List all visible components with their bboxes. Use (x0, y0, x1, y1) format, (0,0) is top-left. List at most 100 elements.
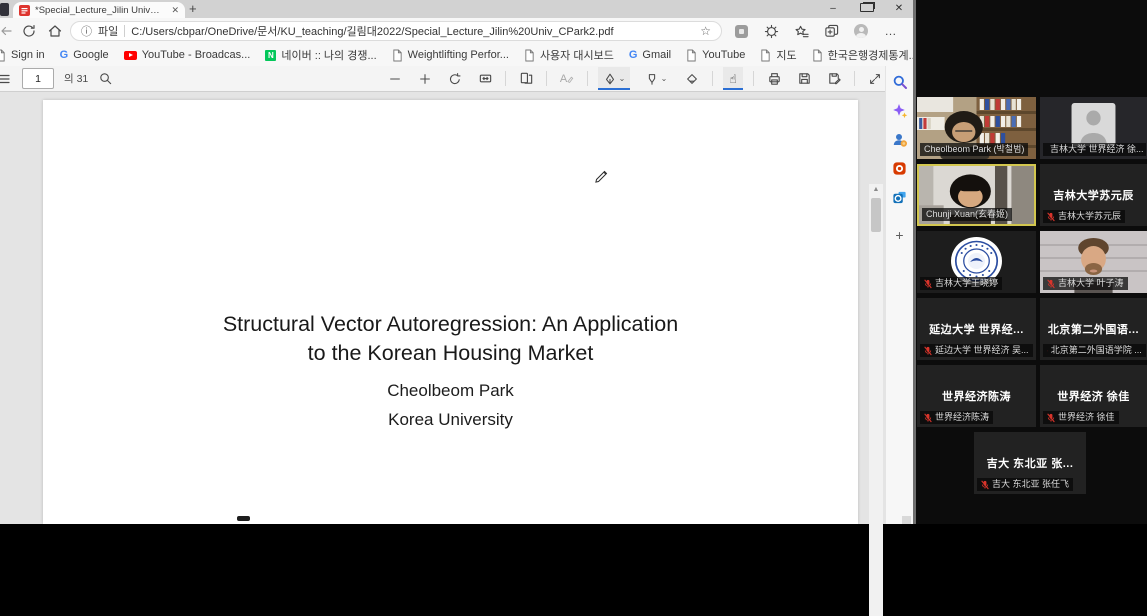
pdf-favicon (19, 5, 30, 16)
sidebar-rewards-icon[interactable] (891, 131, 908, 148)
save-as-button[interactable] (824, 67, 844, 90)
page-number-input[interactable] (22, 68, 54, 89)
favorites-hub-icon[interactable] (793, 23, 809, 39)
add-favorite-icon[interactable]: ☆ (700, 24, 711, 38)
meeting-panel-edge (913, 0, 916, 524)
profile-icon[interactable] (853, 23, 869, 39)
chevron-down-icon[interactable]: ⌄ (619, 74, 626, 83)
toolbar-divider (587, 71, 588, 86)
save-button[interactable] (794, 67, 814, 90)
home-icon[interactable] (47, 23, 63, 39)
bookmark-item[interactable]: 지도 (760, 47, 796, 63)
bookmark-item[interactable]: GGoogle (60, 49, 109, 61)
print-button[interactable] (764, 67, 784, 90)
draw-tool-button[interactable]: ⌄ (598, 67, 630, 90)
participant-tile-chen[interactable]: 世界经济陈涛 世界经济陈涛 (917, 365, 1036, 427)
refresh-icon[interactable] (21, 23, 37, 39)
bookmark-label: Weightlifting Perfor... (408, 49, 509, 61)
participant-name-label: 北京第二外国语学院 ... (1043, 344, 1146, 357)
zoom-out-button[interactable] (385, 67, 405, 90)
bookmark-item[interactable]: YouTube - Broadcas... (124, 49, 251, 61)
slide-author: Cheolbeom Park (43, 381, 858, 401)
bookmark-item[interactable]: Sign in (0, 49, 45, 62)
address-url[interactable]: C:/Users/cbpar/OneDrive/문서/KU_teaching/길… (131, 23, 694, 39)
browser-window: *Special_Lecture_Jilin Univ_CPark ✕ + – … (0, 0, 913, 524)
new-tab-button[interactable]: + (189, 1, 197, 16)
chevron-down-icon[interactable]: ⌄ (661, 74, 668, 83)
participant-name-label: 世界经济陈涛 (920, 411, 993, 424)
rotate-button[interactable] (445, 67, 465, 90)
add-text-icon[interactable]: A (557, 67, 577, 90)
pdf-scrollbar[interactable]: ▲ (869, 184, 883, 616)
zoom-in-button[interactable] (415, 67, 435, 90)
participant-name-label: 延边大学 世界经济 吴... (920, 344, 1033, 357)
slide-title-line2: to the Korean Housing Market (43, 339, 858, 368)
participant-tile-wang[interactable]: 吉林大学王晓婷 (917, 231, 1036, 293)
sidebar-outlook-icon[interactable] (891, 189, 908, 206)
pencil-cursor-icon (593, 166, 610, 183)
search-document-icon[interactable] (98, 71, 113, 86)
info-icon[interactable]: ⓘ (81, 23, 92, 39)
toolbar-divider (712, 71, 713, 86)
window-titlebar: *Special_Lecture_Jilin Univ_CPark ✕ + – … (0, 0, 913, 18)
participant-tile-xu[interactable]: 吉林大学 世界经济 徐... (1040, 97, 1147, 159)
sidebar-search-icon[interactable] (891, 73, 908, 90)
close-button[interactable]: ✕ (893, 4, 905, 14)
extension-icon[interactable] (733, 23, 749, 39)
window-controls: – ✕ (827, 0, 905, 18)
bookmark-item[interactable]: Weightlifting Perfor... (392, 49, 509, 62)
participant-tile-su[interactable]: 吉林大学苏元辰 吉林大学苏元辰 (1040, 164, 1147, 226)
table-of-contents-icon[interactable] (0, 71, 12, 87)
participant-name-label: 吉林大学苏元辰 (1043, 210, 1125, 223)
scroll-up-icon[interactable]: ▲ (869, 186, 883, 193)
pdf-viewer: Structural Vector Autoregression: An App… (0, 92, 885, 524)
participant-tile-park[interactable]: Cheolbeom Park (박철범) (917, 97, 1036, 159)
muted-mic-icon (1047, 346, 1048, 356)
participant-name-label: 吉林大学王晓婷 (920, 277, 1002, 290)
fit-to-width-button[interactable] (475, 67, 495, 90)
participant-tile-xuan-active[interactable]: Chunji Xuan(玄春姬) (917, 164, 1036, 226)
sidebar-office-icon[interactable] (891, 160, 908, 177)
page-count-label: 의 31 (64, 71, 88, 86)
sidebar-copilot-icon[interactable] (891, 102, 908, 119)
toolbar-divider (753, 71, 754, 86)
restore-icon (860, 3, 874, 12)
participant-tile-bisu[interactable]: 北京第二外国语... 北京第二外国语学院 ... (1040, 298, 1147, 360)
collections-icon[interactable] (823, 23, 839, 39)
fullscreen-button[interactable] (865, 67, 885, 90)
bookmark-item[interactable]: 한국은행경제통계... (812, 47, 918, 63)
page-view-button[interactable] (516, 67, 536, 90)
bookmark-item[interactable]: YouTube (686, 49, 745, 62)
sidebar-add-icon[interactable]: + (891, 226, 908, 243)
muted-mic-icon (924, 279, 932, 289)
browser-tab-pdf[interactable]: *Special_Lecture_Jilin Univ_CPark ✕ (13, 2, 185, 18)
participant-tile-yanbian[interactable]: 延边大学 世界经... 延边大学 世界经济 吴... (917, 298, 1036, 360)
participant-name-label: 世界经济 徐佳 (1043, 411, 1119, 424)
erase-tool-button[interactable] (682, 67, 702, 90)
hand-tool-button[interactable]: ☝ (723, 67, 743, 90)
naver-icon: N (265, 50, 276, 61)
bookmark-label: 사용자 대시보드 (540, 47, 614, 63)
tab-close-icon[interactable]: ✕ (171, 6, 179, 15)
tab-title: *Special_Lecture_Jilin Univ_CPark (35, 5, 161, 16)
participant-name-label: 吉大 东北亚 张任飞 (977, 478, 1073, 491)
participant-name-label: 吉林大学 世界经济 徐... (1043, 143, 1146, 156)
scrollbar-thumb[interactable] (871, 198, 881, 232)
settings-more-icon[interactable]: … (883, 23, 899, 39)
restore-button[interactable] (860, 3, 872, 15)
profile-avatar (854, 24, 868, 38)
highlight-tool-button[interactable]: ⌄ (640, 67, 672, 90)
back-icon[interactable] (0, 23, 14, 39)
participant-tile-xujia[interactable]: 世界经济 徐佳 世界经济 徐佳 (1040, 365, 1147, 427)
browser-essentials-icon[interactable] (763, 23, 779, 39)
bookmark-item[interactable]: 사용자 대시보드 (524, 47, 614, 63)
meeting-panel: Cheolbeom Park (박철범) 吉林大学 世界经济 徐... Chun… (913, 0, 1147, 524)
address-bar[interactable]: ⓘ 파일 C:/Users/cbpar/OneDrive/문서/KU_teach… (70, 21, 722, 41)
browser-navbar: ⓘ 파일 C:/Users/cbpar/OneDrive/문서/KU_teach… (0, 18, 913, 44)
bookmark-label: 지도 (776, 47, 796, 63)
bookmark-item[interactable]: GGmail (629, 49, 671, 61)
participant-tile-ye[interactable]: 吉林大学 叶子涛 (1040, 231, 1147, 293)
participant-tile-zhang[interactable]: 吉大 东北亚 张... 吉大 东北亚 张任飞 (974, 432, 1086, 494)
minimize-button[interactable]: – (827, 4, 839, 14)
bookmark-item[interactable]: N네이버 :: 나의 경쟁... (265, 47, 376, 63)
